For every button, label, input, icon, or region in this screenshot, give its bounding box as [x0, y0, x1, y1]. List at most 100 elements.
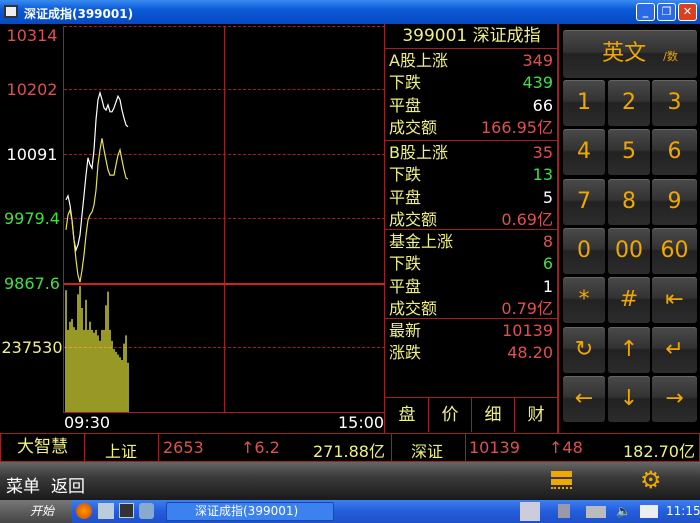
info-value: 166.95亿	[481, 117, 553, 137]
info-row: 平盘 66	[389, 95, 553, 117]
keypad-key[interactable]: 00	[608, 227, 650, 274]
info-label: 平盘	[389, 276, 422, 296]
keypad-key[interactable]: 3	[652, 80, 697, 126]
clock: 11:15	[666, 504, 700, 518]
menu-button[interactable]: 菜单	[6, 472, 40, 497]
chart-bottom	[64, 412, 385, 413]
desktop-switcher-icon[interactable]	[520, 502, 540, 521]
keypad-key[interactable]: 4	[563, 129, 605, 176]
close-button[interactable]: ✕	[678, 3, 697, 21]
keypad-key[interactable]: ↻	[563, 326, 605, 373]
keypad-key[interactable]: 7	[563, 178, 605, 225]
mode-sub-label: /数	[663, 50, 678, 63]
sh-amount: 271.88亿	[313, 442, 385, 461]
sz-change: ↑48	[549, 438, 583, 457]
y-tick: 10202	[6, 80, 58, 99]
info-value: 1	[542, 276, 553, 296]
info-row: 平盘 5	[389, 187, 553, 209]
mode-toggle-button[interactable]: 英文 /数	[563, 30, 697, 78]
minimize-button[interactable]: _	[636, 3, 655, 21]
settings-gear-icon[interactable]: ⚙	[640, 466, 662, 494]
info-row: B股上涨 35	[389, 142, 553, 164]
info-label: 成交额	[389, 117, 438, 137]
keypad-key[interactable]: *	[563, 277, 605, 324]
info-tab[interactable]: 财	[515, 398, 558, 432]
info-value: 0.79亿	[501, 298, 553, 318]
terminal-icon[interactable]	[119, 503, 134, 518]
keypad-key[interactable]: 0	[563, 227, 605, 274]
taskbar-window-button[interactable]: 深证成指(399001)	[166, 502, 334, 521]
info-header: 399001 深证成指	[402, 26, 541, 46]
computer-icon[interactable]	[98, 503, 114, 519]
info-value: 66	[532, 95, 553, 115]
info-label: 成交额	[389, 209, 438, 229]
info-value: 48.20	[507, 343, 553, 363]
volume-tick: 237530	[1, 338, 63, 357]
info-row: 涨跌 48.20	[389, 342, 553, 364]
keypad-key[interactable]: 60	[652, 227, 697, 274]
keypad-key[interactable]: →	[652, 375, 697, 422]
info-row: 下跌 439	[389, 72, 553, 94]
title-bar: 深证成指(399001) _ ❐ ✕	[0, 0, 700, 24]
info-value: 349	[522, 51, 553, 70]
keypad-key[interactable]: ↑	[608, 326, 650, 373]
keypad-key[interactable]: 2	[608, 80, 650, 126]
keypad-key[interactable]: 8	[608, 178, 650, 225]
info-label: 基金上涨	[389, 232, 454, 251]
info-right-border	[557, 24, 559, 433]
keypad-key[interactable]: 5	[608, 129, 650, 176]
x-tick: 09:30	[64, 413, 111, 432]
mail-icon[interactable]	[640, 505, 658, 518]
info-row: 下跌 6	[389, 253, 553, 275]
x-tick: 15:00	[338, 413, 385, 432]
sh-label: 上证	[105, 442, 138, 461]
keypad-key[interactable]: #	[608, 277, 650, 324]
mode-label: 英文	[602, 41, 647, 66]
brand-label[interactable]: 大智慧	[1, 434, 85, 461]
info-label: 下跌	[389, 254, 422, 274]
info-label: 成交额	[389, 298, 438, 318]
network-icon	[558, 504, 570, 518]
window-icon	[4, 5, 18, 18]
firefox-icon[interactable]	[76, 503, 92, 519]
info-label: 平盘	[389, 187, 422, 207]
intraday-chart[interactable]	[64, 26, 384, 412]
info-row: 成交额 166.95亿	[389, 117, 553, 139]
layout-icon[interactable]	[551, 471, 572, 493]
info-label: 涨跌	[389, 343, 422, 363]
info-tab[interactable]: 盘	[386, 398, 429, 432]
back-button[interactable]: 返回	[51, 472, 85, 497]
start-button[interactable]: 开始	[0, 500, 72, 523]
keypad-key[interactable]: ↵	[652, 326, 697, 373]
info-value: 439	[522, 73, 553, 93]
task-label: 深证成指(399001)	[195, 504, 299, 518]
app-icon[interactable]	[139, 503, 154, 519]
info-row: 平盘 1	[389, 276, 553, 298]
keypad-key[interactable]: 6	[652, 129, 697, 176]
info-row: A股上涨 349	[389, 50, 553, 72]
taskbar: 开始 深证成指(399001) 🔈 11:15	[0, 500, 700, 523]
volume-icon[interactable]: 🔈	[616, 504, 631, 518]
info-value: 5	[542, 187, 553, 207]
keypad-key[interactable]: ←	[563, 375, 605, 422]
start-label: 开始	[30, 504, 55, 518]
info-tab[interactable]: 细	[472, 398, 515, 432]
info-value: 6	[542, 254, 553, 274]
sz-price: 10139	[469, 438, 520, 457]
info-value: 8	[542, 232, 553, 251]
keypad-key[interactable]: ↓	[608, 375, 650, 422]
keypad-key[interactable]: 9	[652, 178, 697, 225]
sz-label: 深证	[411, 442, 444, 461]
average-price-line	[65, 138, 129, 283]
info-label: 平盘	[389, 95, 422, 115]
info-value: 0.69亿	[501, 209, 553, 229]
keypad-key[interactable]: ⇤	[652, 277, 697, 324]
info-tab[interactable]: 价	[429, 398, 472, 432]
info-row: 基金上涨 8	[389, 231, 553, 253]
keypad-key[interactable]: 1	[563, 80, 605, 126]
info-row: 最新 10139	[389, 320, 553, 342]
restore-button[interactable]: ❐	[657, 3, 676, 21]
drive-icon	[586, 506, 606, 518]
y-tick: 10314	[6, 26, 58, 45]
info-label: 最新	[389, 321, 422, 340]
